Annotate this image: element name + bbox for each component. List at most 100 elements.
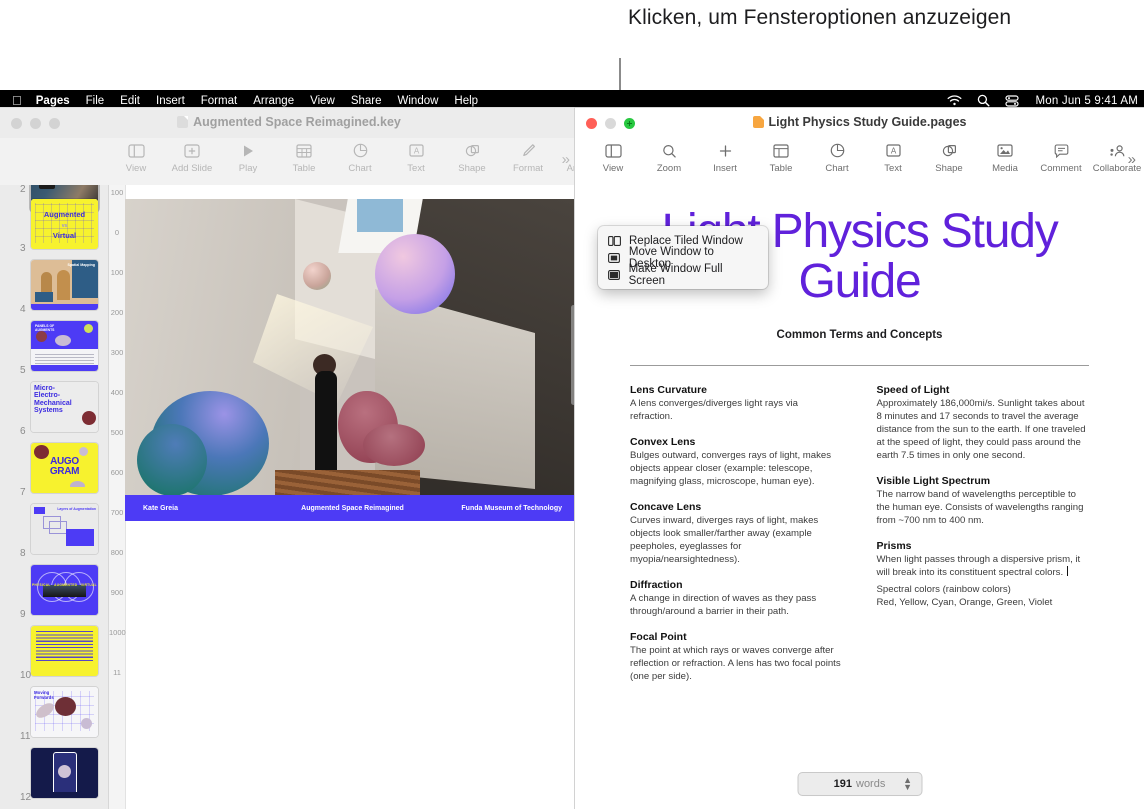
list-item[interactable]: Augmented vs Virtual 3 (0, 195, 108, 256)
play-icon (242, 141, 255, 160)
keynote-tool-chart[interactable]: Chart (332, 141, 388, 174)
view-icon (604, 141, 622, 160)
keynote-tool-view-label: View (125, 163, 147, 174)
window-options-menu[interactable]: Replace Tiled Window Move Window to Desk… (598, 226, 768, 289)
menu-arrange[interactable]: Arrange (253, 95, 294, 107)
keynote-tool-view[interactable]: View (108, 141, 164, 174)
slide-thumbnail[interactable]: Spatial Mapping (31, 260, 98, 310)
pages-tool-table[interactable]: Table (753, 141, 809, 174)
slide-canvas[interactable]: 100 0 100 200 300 400 500 600 700 800 90… (109, 185, 578, 809)
menu-bar-clock[interactable]: Mon Jun 5 9:41 AM (1036, 95, 1139, 107)
menu-share[interactable]: Share (351, 95, 382, 107)
list-item[interactable]: Moving Forwards 11 (0, 683, 108, 744)
apple-icon[interactable]:  (12, 94, 22, 107)
list-item[interactable]: Micro- Electro- Mechanical Systems 6 (0, 378, 108, 439)
pages-tool-comment[interactable]: Comment (1033, 141, 1089, 174)
pages-tool-chart[interactable]: Chart (809, 141, 865, 174)
list-item[interactable]: PHYSICAL AUGMENTED VIRTUAL 9 (0, 561, 108, 622)
menu-window[interactable]: Window (398, 95, 439, 107)
insert-icon (718, 141, 733, 160)
control-center-icon[interactable] (1004, 94, 1019, 107)
slide-thumbnail[interactable]: PANELS OF AUGMENTS (31, 321, 98, 371)
slide-footer-title: Augmented Space Reimagined (301, 504, 404, 512)
pages-toolbar-overflow-chevron-double-right-icon[interactable]: » (1128, 151, 1136, 168)
chart-icon (353, 141, 368, 160)
term-definition: Curves inward, diverges rays of light, m… (630, 515, 819, 565)
keynote-window[interactable]: Augmented Space Reimagined.key View Add … (0, 108, 578, 809)
keynote-tool-add-slide[interactable]: Add Slide (164, 141, 220, 174)
keynote-tool-table[interactable]: Table (276, 141, 332, 174)
pages-tool-view-label: View (602, 163, 624, 174)
pages-tool-view[interactable]: View (585, 141, 641, 174)
slide-thumbnail[interactable]: Augmented vs Virtual (31, 199, 98, 249)
word-count-unit: words (856, 778, 886, 790)
pages-titlebar[interactable]: Light Physics Study Guide.pages (575, 108, 1144, 138)
menu-help[interactable]: Help (454, 95, 478, 107)
slide-number: 6 (20, 426, 26, 437)
table-icon (773, 141, 789, 160)
term-definition: The narrow band of wavelengths perceptib… (876, 489, 1084, 526)
keynote-tool-text[interactable]: A Text (388, 141, 444, 174)
add-slide-icon (184, 141, 200, 160)
keynote-tool-format[interactable]: Format (500, 141, 556, 174)
slide-number: 5 (20, 365, 26, 376)
view-icon (127, 141, 145, 160)
slide-thumbnail[interactable]: Micro- Electro- Mechanical Systems (31, 382, 98, 432)
list-item[interactable]: 10 (0, 622, 108, 683)
menu-item-make-window-full-screen[interactable]: Make Window Full Screen (598, 263, 768, 287)
pages-tool-text[interactable]: A Text (865, 141, 921, 174)
term-definition: A change in direction of waves as they p… (630, 593, 817, 617)
term-heading: Speed of Light (876, 384, 950, 396)
list-item[interactable]: AUGO GRAM 7 (0, 439, 108, 500)
menu-file[interactable]: File (86, 95, 105, 107)
horizontal-divider (630, 365, 1089, 366)
menu-insert[interactable]: Insert (156, 95, 185, 107)
menu-pages[interactable]: Pages (36, 95, 70, 107)
slide-thumbnail[interactable]: PHYSICAL AUGMENTED VIRTUAL (31, 565, 98, 615)
slide-footer-author: Kate Greia (143, 504, 179, 512)
term-definition: Bulges outward, converges rays of light,… (630, 450, 832, 487)
pages-tool-media[interactable]: Media (977, 141, 1033, 174)
shape-icon (942, 141, 957, 160)
trailing-note: Spectral colors (rainbow colors) Red, Ye… (876, 584, 1053, 608)
ruler-tick: 11 (113, 668, 121, 677)
menu-format[interactable]: Format (201, 95, 237, 107)
pages-tool-shape[interactable]: Shape (921, 141, 977, 174)
keynote-titlebar[interactable]: Augmented Space Reimagined.key (0, 108, 578, 138)
menu-item-label: Make Window Full Screen (628, 262, 723, 287)
wifi-icon[interactable] (947, 95, 962, 106)
slide-thumbnail[interactable] (31, 626, 98, 676)
slide-thumbnail[interactable]: Layers of Augmentation (31, 504, 98, 554)
list-item[interactable]: Spatial Mapping 4 (0, 256, 108, 317)
pages-tool-text-label: Text (884, 163, 902, 174)
slide-number: 12 (20, 792, 32, 803)
pages-tool-shape-label: Shape (935, 163, 963, 174)
search-icon[interactable] (977, 94, 990, 107)
pages-window-title: Light Physics Study Guide.pages (575, 115, 1144, 129)
term-definition: Approximately 186,000mi/s. Sunlight take… (876, 398, 1086, 461)
move-window-to-desktop-icon (608, 252, 621, 263)
list-item[interactable]: 2 (0, 185, 108, 211)
menu-edit[interactable]: Edit (120, 95, 140, 107)
pages-tool-insert[interactable]: Insert (697, 141, 753, 174)
keynote-tool-shape[interactable]: Shape (444, 141, 500, 174)
list-item[interactable]: PANELS OF AUGMENTS 5 (0, 317, 108, 378)
word-count-badge[interactable]: 191 words ▲ ▼ (798, 773, 921, 795)
slide-thumbnail[interactable]: Moving Forwards (31, 687, 98, 737)
left-column: Lens Curvature A lens converges/diverges… (630, 384, 843, 696)
keynote-tool-play[interactable]: Play (220, 141, 276, 174)
slide-thumbnail[interactable]: AUGO GRAM (31, 443, 98, 493)
word-count-stepper-icon[interactable]: ▲ ▼ (903, 776, 912, 792)
pages-tool-zoom[interactable]: Zoom (641, 141, 697, 174)
ruler-tick: 100 (110, 188, 124, 197)
slide-navigator[interactable]: 2 Augmented vs Virtual 3 Spatial Mapping… (0, 185, 109, 809)
list-item[interactable]: 12 (0, 744, 108, 805)
pages-window[interactable]: Light Physics Study Guide.pages View Zoo… (575, 108, 1144, 809)
keynote-document-icon (177, 116, 189, 128)
slide-thumbnail[interactable] (31, 748, 98, 798)
menu-view[interactable]: View (310, 95, 335, 107)
slide-editor[interactable]: Kate Greia Augmented Space Reimagined Fu… (125, 199, 578, 521)
list-item[interactable]: Layers of Augmentation 8 (0, 500, 108, 561)
keynote-title-text: Augmented Space Reimagined.key (193, 115, 401, 129)
keynote-toolbar-overflow-chevron-double-right-icon[interactable]: » (562, 151, 570, 168)
